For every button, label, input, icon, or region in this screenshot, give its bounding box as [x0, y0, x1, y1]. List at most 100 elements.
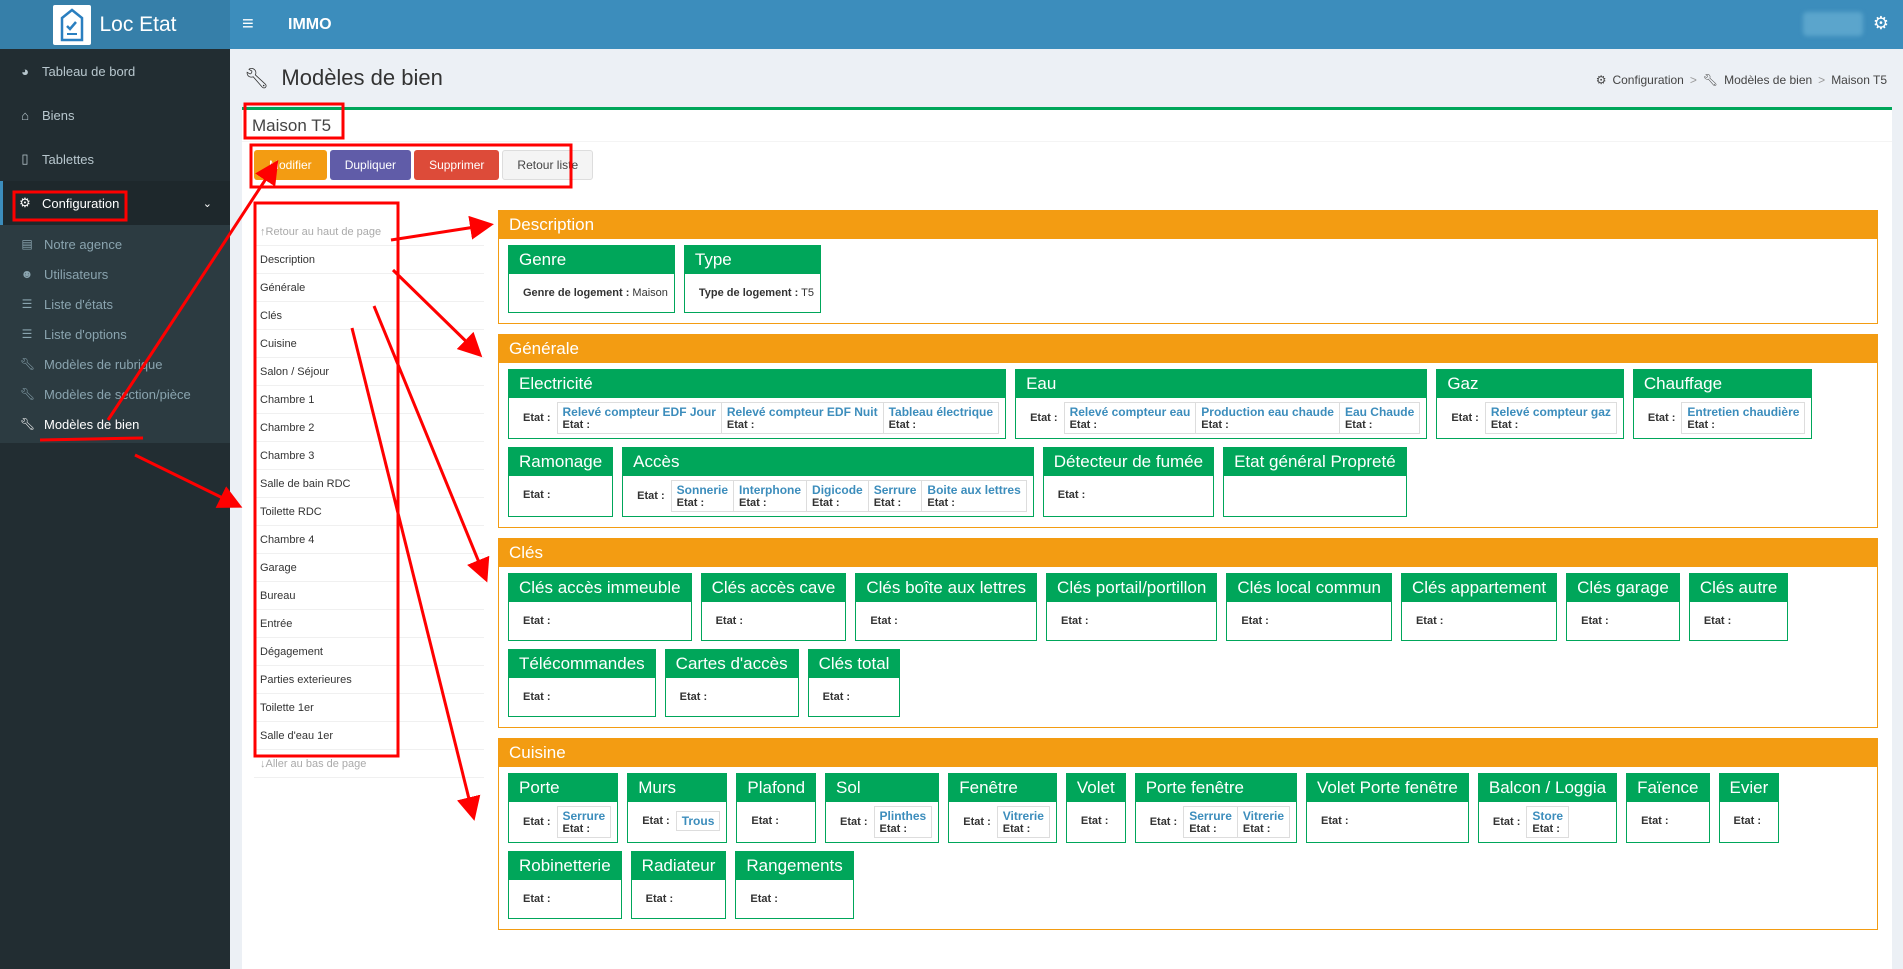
rubrique-card[interactable]: Clés accès immeuble Etat :	[508, 573, 692, 641]
option-item[interactable]: Relevé compteur gaz Etat :	[1486, 403, 1616, 433]
option-item[interactable]: Relevé compteur eau Etat :	[1065, 403, 1197, 433]
gears-icon[interactable]: ⚙	[1873, 13, 1889, 34]
logo[interactable]: Loc Etat	[0, 0, 230, 49]
delete-button[interactable]: Supprimer	[414, 150, 500, 180]
user-menu[interactable]	[1803, 12, 1863, 36]
option-item[interactable]: Relevé compteur EDF Jour Etat :	[558, 403, 722, 433]
rubrique-card[interactable]: Robinetterie Etat :	[508, 851, 622, 919]
sidebar-subitem-modeles-bien[interactable]: 🔧︎ Modèles de bien	[0, 409, 230, 439]
section-nav-item[interactable]: Salon / Séjour	[254, 358, 484, 386]
rubrique-card[interactable]: Genre Genre de logement : Maison	[508, 245, 675, 313]
section-nav-item[interactable]: Garage	[254, 554, 484, 582]
option-item[interactable]: Boite aux lettres Etat :	[922, 481, 1025, 511]
rubrique-card[interactable]: Ramonage Etat :	[508, 447, 614, 517]
rubrique-card[interactable]: Etat général Propreté	[1223, 447, 1407, 517]
sidebar-subitem-etats[interactable]: ☰ Liste d'états	[0, 289, 230, 319]
option-item[interactable]: Serrure Etat :	[1184, 807, 1238, 837]
option-name[interactable]: Interphone	[739, 483, 801, 497]
section-nav-item[interactable]: Description	[254, 246, 484, 274]
option-name[interactable]: Vitrerie	[1003, 809, 1044, 823]
rubrique-card[interactable]: Porte Etat : Serrure Etat :	[508, 773, 619, 843]
rubrique-card[interactable]: Rangements Etat :	[735, 851, 854, 919]
section-nav-item[interactable]: Toilette RDC	[254, 498, 484, 526]
rubrique-card[interactable]: Porte fenêtre Etat : Serrure Etat : Vitrerie…	[1134, 773, 1298, 843]
rubrique-card[interactable]: Eau Etat : Relevé compteur eau Etat : Produc…	[1015, 369, 1428, 439]
option-name[interactable]: Production eau chaude	[1201, 405, 1334, 419]
option-name[interactable]: Eau Chaude	[1345, 405, 1414, 419]
option-item[interactable]: Vitrerie Etat :	[1238, 807, 1289, 837]
breadcrumb-item[interactable]: Configuration	[1612, 73, 1683, 87]
option-item[interactable]: Tableau électrique Etat :	[884, 403, 998, 433]
section-nav-item[interactable]: Chambre 2	[254, 414, 484, 442]
sidebar-subitem-rubrique[interactable]: 🔧︎ Modèles de rubrique	[0, 349, 230, 379]
option-item[interactable]: Digicode Etat :	[807, 481, 869, 511]
option-item[interactable]: Entretien chaudière Etat :	[1682, 403, 1804, 433]
option-item[interactable]: Store Etat :	[1527, 807, 1568, 837]
rubrique-card[interactable]: Détecteur de fumée Etat :	[1042, 447, 1215, 517]
rubrique-card[interactable]: Clés autre Etat :	[1688, 573, 1789, 641]
option-name[interactable]: Entretien chaudière	[1687, 405, 1799, 419]
option-item[interactable]: Relevé compteur EDF Nuit Etat :	[722, 403, 884, 433]
option-name[interactable]: Plinthes	[880, 809, 927, 823]
section-nav-item[interactable]: Salle de bain RDC	[254, 470, 484, 498]
rubrique-card[interactable]: Clés local commun Etat :	[1226, 573, 1392, 641]
rubrique-card[interactable]: Plafond Etat :	[736, 773, 817, 843]
rubrique-card[interactable]: Télécommandes Etat :	[508, 649, 656, 717]
rubrique-card[interactable]: Accès Etat : Sonnerie Etat : Interphone Etat …	[622, 447, 1034, 517]
section-nav-item[interactable]: Parties exterieures	[254, 666, 484, 694]
option-item[interactable]: Vitrerie Etat :	[998, 807, 1049, 837]
hamburger-menu-icon[interactable]: ≡	[242, 13, 272, 36]
duplicate-button[interactable]: Dupliquer	[329, 150, 412, 180]
rubrique-card[interactable]: Radiateur Etat :	[630, 851, 727, 919]
breadcrumb-item[interactable]: Modèles de bien	[1724, 73, 1812, 87]
option-item[interactable]: Eau Chaude Etat :	[1340, 403, 1419, 433]
rubrique-card[interactable]: Cartes d'accès Etat :	[664, 649, 799, 717]
option-item[interactable]: Production eau chaude Etat :	[1196, 403, 1340, 433]
rubrique-card[interactable]: Gaz Etat : Relevé compteur gaz Etat :	[1436, 369, 1624, 439]
sidebar-subitem-agence[interactable]: ▤ Notre agence	[0, 229, 230, 259]
rubrique-card[interactable]: Clés appartement Etat :	[1400, 573, 1558, 641]
rubrique-card[interactable]: Faïence Etat :	[1626, 773, 1710, 843]
option-name[interactable]: Relevé compteur gaz	[1491, 405, 1611, 419]
rubrique-card[interactable]: Clés garage Etat :	[1566, 573, 1680, 641]
option-name[interactable]: Relevé compteur EDF Nuit	[727, 405, 878, 419]
sidebar-item-tablettes[interactable]: ▯ Tablettes	[0, 137, 230, 181]
rubrique-card[interactable]: Clés accès cave Etat :	[700, 573, 847, 641]
option-name[interactable]: Relevé compteur EDF Jour	[563, 405, 716, 419]
option-name[interactable]: Trous	[682, 814, 715, 828]
option-name[interactable]: Relevé compteur eau	[1070, 405, 1191, 419]
section-nav-item[interactable]: Toilette 1er	[254, 694, 484, 722]
option-name[interactable]: Digicode	[812, 483, 863, 497]
sidebar-item-dashboard[interactable]: ◕ Tableau de bord	[0, 49, 230, 93]
back-to-top-link[interactable]: ↑ Retour au haut de page	[254, 218, 484, 246]
rubrique-card[interactable]: Volet Etat :	[1065, 773, 1126, 843]
rubrique-card[interactable]: Balcon / Loggia Etat : Store Etat :	[1477, 773, 1618, 843]
section-nav-item[interactable]: Dégagement	[254, 638, 484, 666]
rubrique-card[interactable]: Fenêtre Etat : Vitrerie Etat :	[948, 773, 1057, 843]
option-name[interactable]: Serrure	[1189, 809, 1232, 823]
sidebar-subitem-utilisateurs[interactable]: ☻ Utilisateurs	[0, 259, 230, 289]
sidebar-item-configuration[interactable]: ⚙ Configuration ⌄	[0, 181, 230, 225]
section-nav-item[interactable]: Salle d'eau 1er	[254, 722, 484, 750]
section-nav-item[interactable]: Clés	[254, 302, 484, 330]
option-item[interactable]: Plinthes Etat :	[875, 807, 932, 837]
rubrique-card[interactable]: Sol Etat : Plinthes Etat :	[825, 773, 940, 843]
rubrique-card[interactable]: Chauffage Etat : Entretien chaudière Etat :	[1632, 369, 1813, 439]
rubrique-card[interactable]: Volet Porte fenêtre Etat :	[1306, 773, 1469, 843]
rubrique-card[interactable]: Clés portail/portillon Etat :	[1046, 573, 1218, 641]
sidebar-subitem-options[interactable]: ☰ Liste d'options	[0, 319, 230, 349]
option-name[interactable]: Store	[1532, 809, 1563, 823]
option-item[interactable]: Sonnerie Etat :	[672, 481, 735, 511]
rubrique-card[interactable]: Clés total Etat :	[807, 649, 901, 717]
section-nav-item[interactable]: Chambre 1	[254, 386, 484, 414]
option-name[interactable]: Serrure	[563, 809, 606, 823]
option-name[interactable]: Sonnerie	[677, 483, 728, 497]
section-nav-item[interactable]: Chambre 3	[254, 442, 484, 470]
option-name[interactable]: Vitrerie	[1243, 809, 1284, 823]
section-nav-item[interactable]: Bureau	[254, 582, 484, 610]
option-item[interactable]: Serrure Etat :	[869, 481, 923, 511]
rubrique-card[interactable]: Type Type de logement : T5	[683, 245, 822, 313]
sidebar-item-biens[interactable]: ⌂ Biens	[0, 93, 230, 137]
section-nav-item[interactable]: Cuisine	[254, 330, 484, 358]
go-to-bottom-link[interactable]: ↓ Aller au bas de page	[254, 750, 484, 778]
